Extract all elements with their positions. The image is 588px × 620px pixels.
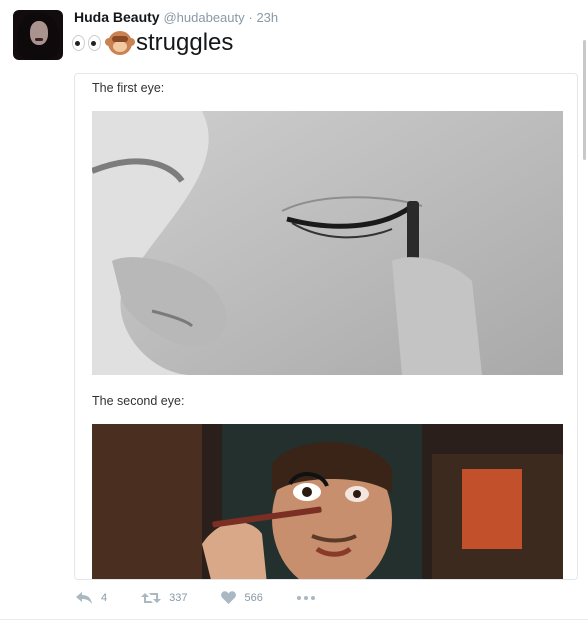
tweet-text-content: struggles (136, 29, 234, 56)
tweet-text: struggles (72, 29, 233, 57)
retweet-button[interactable]: 337 (141, 592, 187, 604)
retweet-count: 337 (169, 591, 188, 604)
author-name[interactable]: Huda Beauty (74, 9, 160, 25)
media-card[interactable]: The first eye: The second eye: (74, 73, 578, 580)
eyes-emoji (72, 35, 101, 51)
caption-first-eye: The first eye: (92, 81, 165, 95)
reply-button[interactable]: 4 (76, 591, 108, 604)
more-icon (296, 595, 315, 600)
see-no-evil-monkey-emoji (105, 29, 135, 57)
like-count: 566 (244, 591, 263, 604)
like-button[interactable]: 566 (221, 591, 263, 604)
second-eye-photo[interactable] (92, 424, 563, 579)
tweet-actions: 4 337 566 (76, 591, 315, 604)
tweet-time[interactable]: · 23h (249, 10, 279, 25)
reply-icon (76, 591, 92, 604)
more-button[interactable] (296, 595, 315, 600)
avatar[interactable] (13, 10, 63, 60)
tweet-header: Huda Beauty @hudabeauty · 23h (74, 9, 278, 25)
first-eye-photo[interactable] (92, 111, 563, 375)
heart-icon (221, 591, 237, 604)
caption-second-eye: The second eye: (92, 394, 185, 408)
retweet-icon (141, 592, 162, 603)
reply-count: 4 (101, 591, 108, 604)
author-handle[interactable]: @hudabeauty (163, 10, 244, 25)
scrollbar[interactable] (583, 40, 586, 160)
tweet: Huda Beauty @hudabeauty · 23h struggles … (0, 0, 588, 620)
